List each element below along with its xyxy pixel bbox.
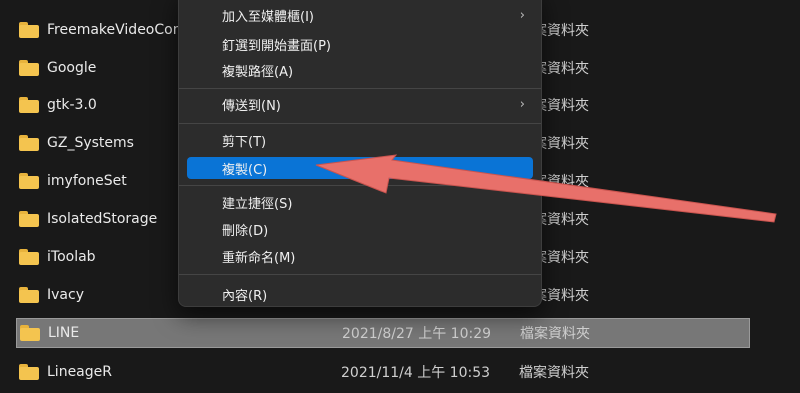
folder-icon [19, 173, 39, 189]
folder-icon [19, 60, 39, 76]
file-name: LineageR [47, 364, 112, 380]
file-date: 2021/11/4 上午 10:53 [341, 365, 491, 381]
menu-item-copy-path[interactable]: 複製路徑(A) [187, 59, 533, 81]
folder-icon [19, 249, 39, 265]
file-name: FreemakeVideoConverter [47, 22, 195, 38]
folder-icon [19, 364, 39, 380]
file-name: IsolatedStorage [47, 211, 158, 227]
folder-icon [19, 211, 39, 227]
context-menu: 加入至媒體櫃(I) › 釘選到開始畫面(P) 複製路徑(A) 傳送到(N) › … [178, 0, 542, 307]
menu-item-label: 剪下(T) [222, 134, 267, 150]
menu-item-label: 加入至媒體櫃(I) [222, 9, 314, 25]
menu-item-properties[interactable]: 內容(R) [187, 283, 533, 305]
file-name: Ivacy [47, 287, 84, 303]
menu-item-label: 釘選到開始畫面(P) [222, 38, 331, 54]
menu-item-send-to[interactable]: 傳送到(N) › [187, 93, 533, 115]
menu-item-cut[interactable]: 剪下(T) [187, 129, 533, 151]
menu-item-label: 重新命名(M) [222, 250, 296, 266]
menu-item-label: 傳送到(N) [222, 98, 281, 114]
chevron-right-icon: › [519, 96, 525, 112]
menu-item-rename[interactable]: 重新命名(M) [187, 245, 533, 267]
menu-separator [179, 274, 541, 275]
menu-item-add-to-library[interactable]: 加入至媒體櫃(I) › [187, 4, 533, 26]
folder-icon [19, 287, 39, 303]
file-name: GZ_Systems [47, 135, 134, 151]
menu-separator [179, 88, 541, 89]
list-item-lineager[interactable]: LineageR 2021/11/4 上午 10:53 檔案資料夾 [16, 357, 750, 387]
menu-item-label: 建立捷徑(S) [222, 196, 293, 212]
file-type: 檔案資料夾 [519, 365, 589, 381]
folder-icon [19, 135, 39, 151]
menu-item-create-shortcut[interactable]: 建立捷徑(S) [187, 191, 533, 213]
file-name: imyfoneSet [47, 173, 127, 189]
menu-item-label: 內容(R) [222, 288, 268, 304]
menu-item-label: 刪除(D) [222, 223, 269, 239]
menu-item-copy[interactable]: 複製(C) [187, 157, 533, 179]
folder-icon [20, 325, 40, 341]
folder-icon [19, 22, 39, 38]
file-name: iToolab [47, 249, 96, 265]
folder-icon [19, 97, 39, 113]
menu-separator [179, 185, 541, 186]
list-item-line[interactable]: LINE 2021/8/27 上午 10:29 檔案資料夾 [16, 318, 750, 348]
menu-separator [179, 123, 541, 124]
file-name: gtk-3.0 [47, 97, 97, 113]
menu-item-pin-to-start[interactable]: 釘選到開始畫面(P) [187, 33, 533, 55]
menu-item-delete[interactable]: 刪除(D) [187, 218, 533, 240]
file-name: Google [47, 60, 97, 76]
chevron-right-icon: › [519, 7, 525, 23]
menu-item-label: 複製(C) [222, 162, 268, 178]
file-date: 2021/8/27 上午 10:29 [342, 326, 492, 342]
menu-item-label: 複製路徑(A) [222, 64, 294, 80]
file-type: 檔案資料夾 [520, 326, 590, 342]
file-name: LINE [48, 325, 80, 341]
